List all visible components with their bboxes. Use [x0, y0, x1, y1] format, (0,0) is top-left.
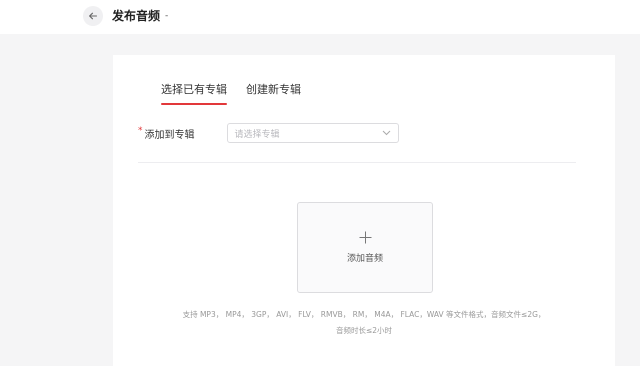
page-title-text: 发布音频	[112, 9, 161, 23]
add-audio-label: 添加音频	[346, 254, 383, 264]
album-tabs: 选择已有专辑 创建新专辑	[161, 82, 301, 105]
add-audio-button[interactable]: 添加音频	[297, 202, 433, 293]
top-bar: 发布音频 -	[0, 0, 640, 34]
arrow-left-icon	[89, 12, 98, 20]
tab-new-album[interactable]: 创建新专辑	[246, 82, 301, 103]
publish-card: 选择已有专辑 创建新专辑 * 添加到专辑 请选择专辑 添加音频 支持 MP3， …	[113, 55, 615, 366]
page-title[interactable]: 发布音频 -	[112, 7, 168, 25]
plus-icon	[359, 231, 371, 244]
format-hint: 支持 MP3， MP4， 3GP， AVI， FLV， RMVB， RM， M4…	[182, 310, 546, 319]
tab-existing-album[interactable]: 选择已有专辑	[161, 82, 227, 105]
album-label: 添加到专辑	[144, 129, 195, 141]
title-dropdown-caret: -	[165, 11, 169, 21]
required-mark: *	[138, 126, 143, 136]
album-select[interactable]: 请选择专辑	[226, 123, 399, 143]
album-select-placeholder: 请选择专辑	[234, 129, 280, 140]
duration-hint: 音频时长≤2小时	[335, 326, 393, 335]
section-divider	[138, 162, 576, 163]
back-button[interactable]	[83, 6, 103, 26]
chevron-down-icon	[382, 130, 390, 136]
album-form-row: * 添加到专辑 请选择专辑	[138, 123, 399, 143]
